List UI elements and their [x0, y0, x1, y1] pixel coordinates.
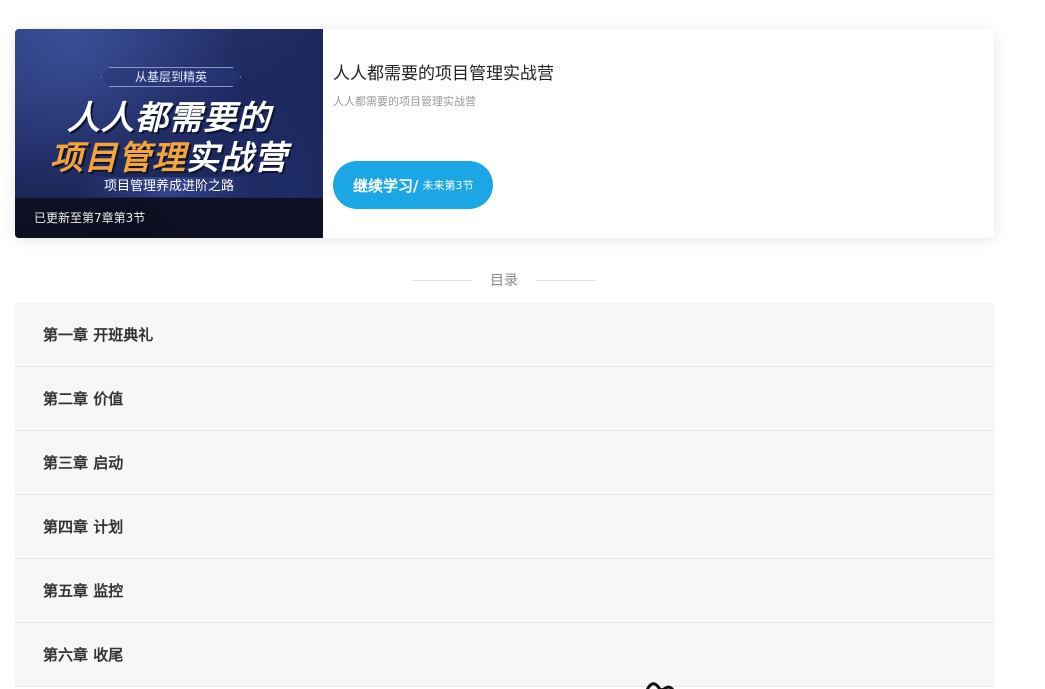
course-info: 人人都需要的项目管理实战营 人人都需要的项目管理实战营 继续学习/ 未来第3节: [323, 29, 994, 238]
course-card[interactable]: 从基层到精英 人人都需要的 项目管理实战营 项目管理养成进阶之路 已更新至第7章…: [15, 29, 994, 238]
continue-button-sublabel: 未来第3节: [422, 179, 474, 192]
chapter-item[interactable]: 第四章 计划: [15, 495, 994, 559]
cover-tag: 从基层到精英: [101, 67, 241, 87]
cover-title-line2: 项目管理实战营: [15, 131, 323, 179]
cover-subtitle: 项目管理养成进阶之路: [77, 177, 261, 197]
update-status: 已更新至第7章第3节: [15, 198, 323, 238]
continue-button-label: 继续学习/: [353, 176, 419, 195]
toc-heading: 目录: [408, 270, 600, 290]
chapter-label: 第二章 价值: [43, 390, 124, 408]
chapter-item[interactable]: 第五章 监控: [15, 559, 994, 623]
cover-title-highlight: 项目管理: [50, 138, 186, 177]
course-cover-image[interactable]: 从基层到精英 人人都需要的 项目管理实战营 项目管理养成进阶之路 已更新至第7章…: [15, 29, 323, 238]
chapter-label: 第五章 监控: [43, 582, 124, 600]
continue-learning-button[interactable]: 继续学习/ 未来第3节: [333, 161, 494, 209]
chapter-item[interactable]: 第一章 开班典礼: [15, 303, 994, 367]
cover-title-rest: 实战营: [186, 138, 288, 177]
chapter-item[interactable]: 第六章 收尾: [15, 623, 994, 687]
toc-divider-left: [412, 279, 472, 281]
chapter-label: 第三章 启动: [43, 454, 124, 472]
chapter-item[interactable]: 第三章 启动: [15, 431, 994, 495]
toc-divider-right: [536, 279, 596, 281]
chapter-list: 第一章 开班典礼 第二章 价值 第三章 启动 第四章 计划 第五章 监控 第六章…: [15, 303, 994, 687]
course-description: 人人都需要的项目管理实战营: [333, 95, 476, 108]
chapter-item[interactable]: 第二章 价值: [15, 367, 994, 431]
chapter-label: 第四章 计划: [43, 518, 124, 536]
toc-heading-label: 目录: [490, 273, 518, 289]
chapter-label: 第六章 收尾: [43, 646, 124, 664]
decorative-scribble: [645, 682, 675, 689]
chapter-label: 第一章 开班典礼: [43, 326, 154, 344]
course-title[interactable]: 人人都需要的项目管理实战营: [333, 59, 554, 84]
